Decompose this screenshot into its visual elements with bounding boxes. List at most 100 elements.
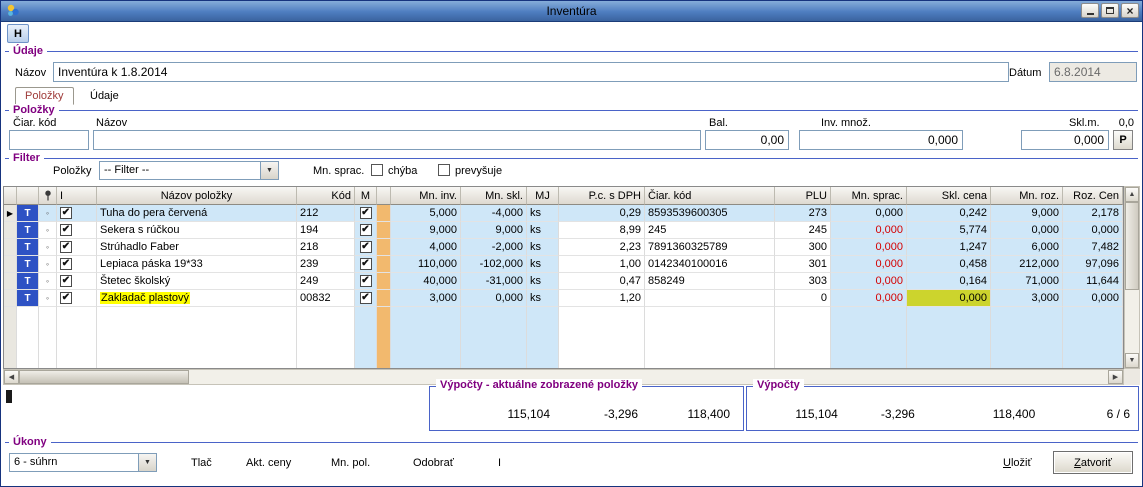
col-header-mn_skl[interactable]: Mn. skl.	[461, 187, 527, 205]
cell-roz_cen[interactable]: 0,000	[1063, 222, 1123, 239]
cell-pc[interactable]: 0,29	[559, 205, 645, 222]
cell-ciar[interactable]: 7891360325789	[645, 239, 775, 256]
cell-nazov[interactable]: Lepiaca páska 19*33	[97, 256, 297, 273]
cell-nazov[interactable]: Štetec školský	[97, 273, 297, 290]
cell-mn_roz[interactable]: 0,000	[991, 222, 1063, 239]
ukony-dropdown[interactable]: 6 - súhrn ▼	[9, 453, 157, 472]
m-checkbox[interactable]: ✔	[360, 241, 372, 253]
cell-flag[interactable]	[377, 290, 391, 307]
cell-pc[interactable]: 1,00	[559, 256, 645, 273]
row-marker-icon[interactable]: ◦	[39, 239, 57, 256]
sklm-input[interactable]: 0,000	[1021, 130, 1109, 150]
cell-sel[interactable]	[4, 273, 17, 290]
cell-ciar[interactable]	[645, 290, 775, 307]
cell-ciar[interactable]: 245	[645, 222, 775, 239]
cell-skl_cena[interactable]: 0,458	[907, 256, 991, 273]
cell-pc[interactable]: 8,99	[559, 222, 645, 239]
cell-ciar[interactable]: 8593539600305	[645, 205, 775, 222]
cell-kod[interactable]: 212	[297, 205, 355, 222]
cell-pc[interactable]: 2,23	[559, 239, 645, 256]
cell-flag[interactable]	[377, 256, 391, 273]
cell-mn_inv[interactable]: 110,000	[391, 256, 461, 273]
col-header-t[interactable]	[17, 187, 39, 205]
save-button[interactable]: Uložiť	[1003, 457, 1032, 469]
ciar-kod-input[interactable]	[9, 130, 89, 150]
table-row[interactable]: T◦✔Lepiaca páska 19*33239✔110,000-102,00…	[4, 256, 1123, 273]
cell-mn_inv[interactable]: 4,000	[391, 239, 461, 256]
cell-m[interactable]: ✔	[355, 222, 377, 239]
cell-i[interactable]: ✔	[57, 256, 97, 273]
row-marker-icon[interactable]: ◦	[39, 222, 57, 239]
cell-flag[interactable]	[377, 239, 391, 256]
cell-i[interactable]: ✔	[57, 290, 97, 307]
cell-sel[interactable]	[4, 239, 17, 256]
scroll-left-icon[interactable]: ◀	[4, 370, 19, 384]
cell-mn_skl[interactable]: -2,000	[461, 239, 527, 256]
col-header-plu[interactable]: PLU	[775, 187, 831, 205]
cell-ciar[interactable]: 858249	[645, 273, 775, 290]
cell-m[interactable]: ✔	[355, 290, 377, 307]
h-button[interactable]: H	[7, 24, 29, 43]
col-header-pin[interactable]	[39, 187, 57, 205]
table-row[interactable]: T◦✔Štetec školský249✔40,000-31,000ks0,47…	[4, 273, 1123, 290]
cell-plu[interactable]: 273	[775, 205, 831, 222]
cell-m[interactable]: ✔	[355, 239, 377, 256]
vertical-scrollbar-thumb[interactable]	[1125, 202, 1139, 290]
m-checkbox[interactable]: ✔	[360, 292, 372, 304]
cell-t[interactable]: T	[17, 290, 39, 307]
polozky-nazov-input[interactable]	[93, 130, 701, 150]
row-checkbox[interactable]: ✔	[60, 275, 72, 287]
cell-mn_inv[interactable]: 5,000	[391, 205, 461, 222]
cell-nazov[interactable]: Strúhadlo Faber	[97, 239, 297, 256]
cell-sel[interactable]	[4, 290, 17, 307]
actual-prices-button[interactable]: Akt. ceny	[246, 457, 291, 469]
cell-nazov[interactable]: Zakladač plastový	[97, 290, 297, 307]
filter-dropdown-arrow-icon[interactable]: ▼	[260, 162, 278, 179]
cell-roz_cen[interactable]: 7,482	[1063, 239, 1123, 256]
cell-m[interactable]: ✔	[355, 256, 377, 273]
inv-mnoz-input[interactable]: 0,000	[799, 130, 963, 150]
table-row[interactable]: T◦✔Zakladač plastový00832✔3,0000,000ks1,…	[4, 290, 1123, 307]
cell-skl_cena[interactable]: 0,000	[907, 290, 991, 307]
i-button[interactable]: I	[498, 457, 501, 469]
cell-mj[interactable]: ks	[527, 239, 559, 256]
m-checkbox[interactable]: ✔	[360, 275, 372, 287]
col-header-nazov[interactable]: Názov položky	[97, 187, 297, 205]
cell-sprac[interactable]: 0,000	[831, 256, 907, 273]
current-row-indicator-icon[interactable]: ▶	[4, 205, 17, 222]
table-row[interactable]: T◦✔Sekera s rúčkou194✔9,0009,000ks8,9924…	[4, 222, 1123, 239]
cell-mn_skl[interactable]: -4,000	[461, 205, 527, 222]
remove-button[interactable]: Odobrať	[413, 457, 454, 469]
row-checkbox[interactable]: ✔	[60, 241, 72, 253]
cell-nazov[interactable]: Tuha do pera červená	[97, 205, 297, 222]
close-button[interactable]: ×	[1121, 3, 1139, 18]
row-marker-icon[interactable]: ◦	[39, 205, 57, 222]
cell-pc[interactable]: 1,20	[559, 290, 645, 307]
m-checkbox[interactable]: ✔	[360, 207, 372, 219]
scroll-up-icon[interactable]: ▲	[1125, 187, 1139, 202]
cell-mn_roz[interactable]: 9,000	[991, 205, 1063, 222]
cell-t[interactable]: T	[17, 205, 39, 222]
cell-skl_cena[interactable]: 0,242	[907, 205, 991, 222]
row-checkbox[interactable]: ✔	[60, 258, 72, 270]
cell-i[interactable]: ✔	[57, 205, 97, 222]
cell-mn_skl[interactable]: -31,000	[461, 273, 527, 290]
cell-mn_roz[interactable]: 71,000	[991, 273, 1063, 290]
cell-flag[interactable]	[377, 222, 391, 239]
cell-t[interactable]: T	[17, 256, 39, 273]
cell-sprac[interactable]: 0,000	[831, 222, 907, 239]
table-row[interactable]: ▶T◦✔Tuha do pera červená212✔5,000-4,000k…	[4, 205, 1123, 222]
cell-flag[interactable]	[377, 205, 391, 222]
cell-mn_skl[interactable]: -102,000	[461, 256, 527, 273]
col-header-sel[interactable]	[4, 187, 17, 205]
cell-kod[interactable]: 218	[297, 239, 355, 256]
cell-plu[interactable]: 303	[775, 273, 831, 290]
cell-kod[interactable]: 00832	[297, 290, 355, 307]
ukony-dropdown-arrow-icon[interactable]: ▼	[138, 454, 156, 471]
prevysuje-checkbox[interactable]	[438, 164, 450, 176]
minimize-button[interactable]	[1081, 3, 1099, 18]
cell-plu[interactable]: 0	[775, 290, 831, 307]
m-checkbox[interactable]: ✔	[360, 224, 372, 236]
cell-m[interactable]: ✔	[355, 273, 377, 290]
titlebar[interactable]: Inventúra ×	[1, 1, 1142, 22]
